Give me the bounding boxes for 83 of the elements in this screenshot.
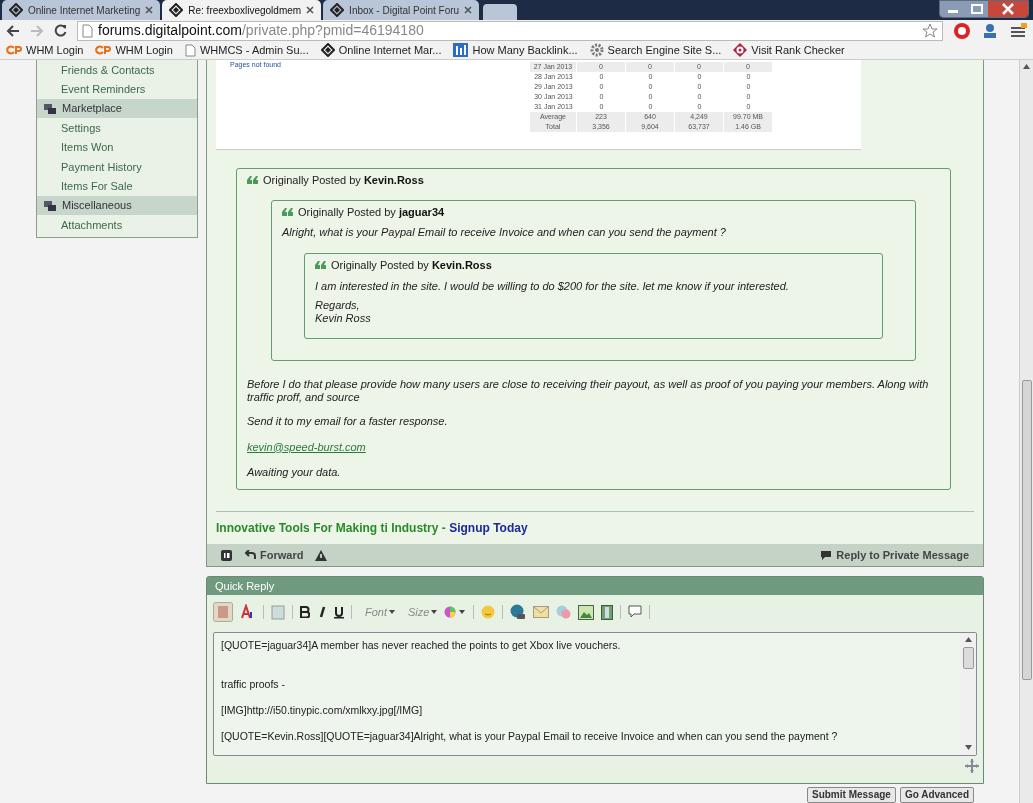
sidebar-item[interactable]: Items For Sale: [37, 176, 197, 196]
bookmark-link[interactable]: Online Internet Mar...: [320, 42, 442, 59]
sidebar-item[interactable]: Items Won: [37, 137, 197, 157]
reload-icon[interactable]: [54, 24, 67, 38]
resize-icon[interactable]: [965, 759, 979, 773]
speech-bubble-icon: [820, 549, 833, 561]
forward-link[interactable]: Forward: [244, 546, 304, 564]
image-icon[interactable]: [578, 604, 595, 620]
bold-button[interactable]: [300, 606, 310, 618]
sidebar-item[interactable]: Friends & Contacts: [37, 60, 197, 80]
message-text: Awaiting your data.: [247, 466, 342, 479]
person-icon[interactable]: [981, 21, 999, 40]
signature-text: Innovative Tools For Making ti Industry -: [216, 520, 447, 537]
sidebar-header[interactable]: Miscellaneous: [37, 196, 197, 215]
message-text: Regards, Kevin Ross: [315, 298, 372, 325]
warning-icon[interactable]: [315, 549, 328, 561]
quote-icon: [247, 176, 258, 185]
menu-icon[interactable]: [1009, 22, 1027, 39]
sidebar-header[interactable]: Marketplace: [37, 99, 197, 118]
close-icon[interactable]: [988, 1, 1028, 17]
stop-sign-icon[interactable]: [953, 21, 971, 40]
quote-attribution: Originally Posted by Kevin.Ross: [263, 173, 424, 188]
page-scrollbar[interactable]: [1019, 60, 1033, 803]
panel-title: Quick Reply: [207, 577, 983, 595]
scroll-up-icon[interactable]: [1023, 64, 1030, 70]
bookmark-link[interactable]: Search Engine Site S...: [589, 42, 722, 59]
quote-icon: [315, 261, 326, 270]
diamond-logo-icon: [320, 43, 335, 58]
quote-attribution: Originally Posted by Kevin.Ross: [331, 258, 492, 273]
diamond-logo-icon: [330, 3, 345, 18]
speech-bubble-icon[interactable]: [628, 605, 643, 619]
quote-icon: [282, 207, 293, 216]
minimize-icon[interactable]: [940, 1, 966, 17]
bookmark-link[interactable]: How Many Backlink...: [453, 42, 578, 59]
back-icon[interactable]: [6, 24, 20, 37]
address-field[interactable]: forums.digitalpoint.com/private.php?pmid=46194180: [77, 20, 943, 41]
message-text: Alright, what is your Paypal Email to receive Invoice and when can you send the payment ?: [282, 226, 727, 239]
browser-tab[interactable]: Inbox - Digital Point Foru: [323, 0, 480, 21]
quote-attribution: Originally Posted by jaguar34: [298, 204, 445, 220]
message-text: Send it to my email for a faster response.: [247, 414, 449, 428]
sidebar-item[interactable]: Attachments: [37, 215, 197, 235]
browser-tab[interactable]: Re: freexboxlivegoldmem: [162, 0, 322, 21]
scroll-thumb[interactable]: [1021, 380, 1032, 680]
caret-icon: [431, 610, 438, 614]
new-tab-button[interactable]: [483, 4, 518, 21]
email-link[interactable]: kevin@speed-burst.com: [247, 438, 366, 455]
message-text: I am interested in the site. I would be willing to do $200 for the site. let me know if your interested.: [315, 279, 790, 293]
color-picker-icon[interactable]: [444, 606, 467, 618]
sidebar-item[interactable]: Settings: [37, 118, 197, 138]
bookmark-link[interactable]: WHM Login: [6, 42, 84, 59]
monitors-icon: [43, 102, 57, 115]
maximize-icon[interactable]: [966, 1, 988, 17]
reply-link[interactable]: Reply to Private Message: [820, 546, 969, 564]
form-button[interactable]: Submit Message: [807, 787, 896, 803]
close-icon[interactable]: [306, 6, 315, 15]
star-icon[interactable]: [922, 22, 938, 39]
close-icon[interactable]: [145, 6, 154, 15]
caret-icon: [389, 610, 395, 614]
browser-tab[interactable]: Online Internet Marketing: [2, 0, 161, 21]
forward-arrow-icon: [244, 550, 256, 560]
signup-link[interactable]: Signup Today: [449, 519, 528, 537]
film-icon[interactable]: [601, 604, 614, 620]
monitors-icon: [43, 199, 57, 212]
cpanel-logo-icon: [95, 45, 112, 56]
page-icon: [184, 43, 196, 57]
gear-icon: [589, 43, 604, 58]
sidebar-item[interactable]: Event Reminders: [37, 79, 197, 99]
bookmark-link[interactable]: WHMCS - Admin Su...: [184, 42, 309, 59]
close-icon[interactable]: [464, 6, 473, 15]
sidebar-item[interactable]: Payment History: [37, 157, 197, 177]
bar-chart-icon: [453, 43, 469, 58]
underline-icon[interactable]: [334, 605, 344, 619]
bookmark-link[interactable]: Visit Rank Checker: [733, 42, 845, 59]
message-text: Before I do that please provide how many users are close to receiving their payout, as well as proof of you paying your members. Along with traffic proff, and source: [247, 377, 930, 404]
target-icon: [733, 43, 748, 58]
cpanel-logo-icon: [6, 45, 22, 56]
form-button[interactable]: Go Advanced: [899, 787, 974, 803]
smiley-icon[interactable]: [481, 605, 496, 619]
bookmark-link[interactable]: WHM Login: [95, 42, 173, 59]
page-icon: [82, 23, 93, 38]
diamond-logo-icon: [169, 3, 184, 18]
diamond-logo-icon: [9, 3, 23, 18]
italic-icon[interactable]: [317, 606, 327, 618]
